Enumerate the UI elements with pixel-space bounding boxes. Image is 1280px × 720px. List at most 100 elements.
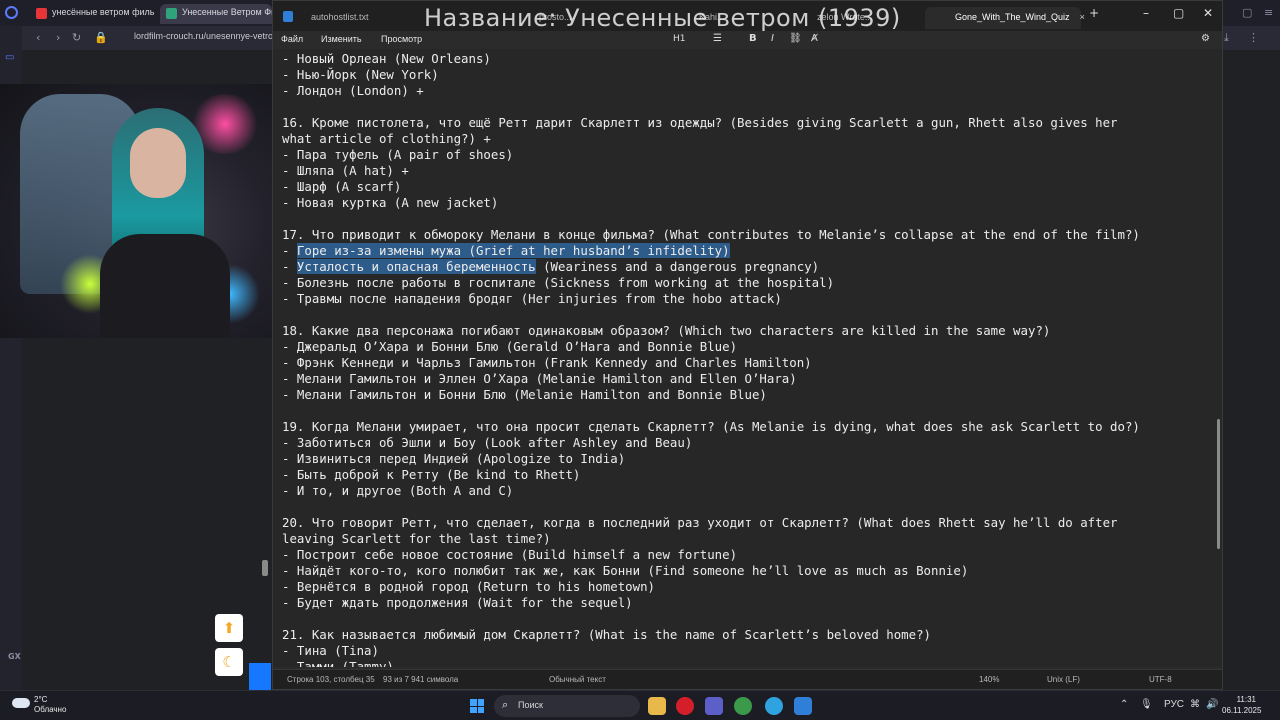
reload-icon[interactable]: ↻ [72, 31, 81, 44]
text-line: - Мелани Гамильтон и Бонни Блю (Melanie … [282, 387, 767, 402]
text-line: - Тамми (Tammy) [282, 659, 394, 667]
telegram-icon[interactable] [765, 697, 783, 715]
text-line: - Шарф (A scarf) [282, 179, 402, 194]
italic-button[interactable]: I [771, 33, 774, 44]
text-line: 20. Что говорит Ретт, что сделает, когда… [282, 515, 1118, 530]
browser-tab-2[interactable]: Унесенные Ветром Фи [160, 4, 272, 24]
new-tab-icon[interactable]: + [1089, 6, 1099, 20]
notepad-window: autohostlist.txt prosto... Kahi... zelon… [272, 0, 1223, 690]
video-title-overlay: Название: Унесенные ветром (1939) [424, 4, 901, 32]
menu-file[interactable]: Файл [281, 34, 303, 44]
text-line: - Тина (Tina) [282, 643, 379, 658]
notepad-tab-1[interactable]: autohostlist.txt [281, 7, 379, 29]
link-icon[interactable]: ⛓ [789, 33, 802, 44]
system-clock[interactable]: 11:31 06.11.2025 [1222, 694, 1261, 716]
gx-label: GX [8, 652, 21, 661]
text-line: - Построит себе новое состояние (Build h… [282, 547, 738, 562]
taskbar-search[interactable]: ⌕ Поиск [494, 695, 640, 717]
tray-chevron-icon[interactable]: ⌃ [1120, 699, 1128, 710]
notepad-statusbar: Строка 103, столбец 35 93 из 7 941 симво… [273, 669, 1222, 689]
streamer-face [130, 128, 186, 198]
text-line: - Шляпа (A hat) + [282, 163, 409, 178]
status-zoom[interactable]: 140% [979, 675, 999, 684]
text-line: - Пара туфель (A pair of shoes) [282, 147, 514, 162]
xbox-icon[interactable] [734, 697, 752, 715]
volume-icon[interactable]: 🔊 [1206, 699, 1218, 710]
text-line: - Болезнь после работы в госпитале (Sick… [282, 275, 835, 290]
text-line: - Горе из-за измены мужа (Grief at her h… [282, 243, 730, 258]
opera-gx-icon[interactable] [676, 697, 694, 715]
text-line: 19. Когда Мелани умирает, что она просит… [282, 419, 1140, 434]
easy-setup-icon[interactable]: ≡ [1264, 6, 1273, 19]
url-field[interactable]: lordfilm-crouch.ru/unesennye-vetrom- [134, 31, 284, 41]
mic-icon[interactable]: 🎙 [1140, 699, 1153, 710]
settings-gear-icon[interactable]: ⚙ [1201, 33, 1210, 44]
input-language[interactable]: РУС [1164, 699, 1184, 710]
taskbar: 2°C Облачно ⌕ Поиск ⌃ 🎙 РУС ⌘ 🔊 11:31 06… [0, 690, 1280, 720]
text-line: - Усталость и опасная беременность (Wear… [282, 259, 820, 274]
status-line-ending: Unix (LF) [1047, 675, 1080, 684]
list-icon[interactable]: ☰ [713, 33, 722, 44]
close-window-icon[interactable]: ✕ [1203, 6, 1213, 20]
download-icon[interactable]: ⤓ [1224, 31, 1229, 45]
streamer-body [100, 234, 230, 338]
dark-mode-button[interactable]: ☾ [215, 648, 243, 676]
webcam-feed [0, 84, 272, 338]
text-line: - Мелани Гамильтон и Эллен О’Хара (Melan… [282, 371, 797, 386]
lock-icon: 🔒 [94, 31, 108, 44]
text-line: - Новый Орлеан (New Orleans) [282, 51, 491, 66]
weather-widget[interactable]: 2°C Облачно [34, 695, 66, 715]
menu-view[interactable]: Просмотр [381, 34, 422, 44]
text-line: leaving Scarlett for the last time?) [282, 531, 551, 546]
messenger-icon[interactable]: ▭ [5, 52, 14, 63]
text-selection: Горе из-за измены мужа (Grief at her hus… [296, 243, 730, 258]
teams-icon[interactable] [705, 697, 723, 715]
notepad-text-area[interactable]: - Новый Орлеан (New Orleans) - Нью-Йорк (… [273, 49, 1222, 667]
notepad-tab-active[interactable]: Gone_With_The_Wind_Quiz × [925, 7, 1085, 29]
heading-dropdown[interactable]: H1 [673, 34, 686, 44]
text-line: - Найдёт кого-то, кого полюбит так же, к… [282, 563, 969, 578]
text-line: - И то, и другое (Both A and C) [282, 483, 514, 498]
text-line: - Травмы после нападения бродяг (Her inj… [282, 291, 782, 306]
network-icon[interactable]: ⌘ [1190, 699, 1200, 710]
tab-label: Gone_With_The_Wind_Quiz [955, 12, 1070, 22]
file-explorer-icon[interactable] [648, 697, 666, 715]
snapshot-icon[interactable]: ▢ [1242, 6, 1252, 19]
status-position: Строка 103, столбец 35 [287, 675, 375, 684]
cloud-icon [12, 698, 30, 708]
notepad-scrollbar[interactable] [1217, 419, 1220, 549]
text-line: - Новая куртка (A new jacket) [282, 195, 499, 210]
opera-logo-icon[interactable] [5, 6, 18, 19]
minimize-icon[interactable]: – [1143, 6, 1149, 20]
search-label: Поиск [518, 700, 543, 710]
weather-temp: 2°C [34, 695, 48, 704]
forward-icon[interactable]: › [56, 31, 60, 44]
menu-edit[interactable]: Изменить [321, 34, 362, 44]
clear-format-icon[interactable]: Ⱥ [811, 33, 818, 44]
status-selection: 93 из 7 941 символа [383, 675, 459, 684]
text-line: - Быть доброй к Ретту (Be kind to Rhett) [282, 467, 581, 482]
notepad-menubar: Файл Изменить Просмотр H1 ☰ B I ⛓ Ⱥ ⚙ [273, 31, 1222, 49]
text-line: - Нью-Йорк (New York) [282, 67, 439, 82]
text-line: 18. Какие два персонажа погибают одинако… [282, 323, 1051, 338]
menu-icon[interactable]: ⋮ [1248, 31, 1259, 44]
text-line: - Вернётся в родной город (Return to his… [282, 579, 655, 594]
browser-scrollbar[interactable] [262, 560, 268, 576]
scroll-up-button[interactable]: ⬆ [215, 614, 243, 642]
browser-tab-1[interactable]: унесённые ветром филь [30, 4, 158, 24]
weather-desc: Облачно [34, 705, 67, 714]
text-line: what article of clothing?) + [282, 131, 491, 146]
bold-button[interactable]: B [749, 33, 757, 44]
maximize-icon[interactable]: ▢ [1173, 6, 1184, 20]
text-line: - Будет ждать продолжения (Wait for the … [282, 595, 633, 610]
text-line: 16. Кроме пистолета, что ещё Ретт дарит … [282, 115, 1118, 130]
close-tab-icon[interactable]: × [1080, 12, 1085, 22]
back-icon[interactable]: ‹ [36, 31, 40, 44]
notepad-taskbar-icon[interactable] [794, 697, 812, 715]
status-mode: Обычный текст [549, 675, 606, 684]
text-line: 21. Как называется любимый дом Скарлетт?… [282, 627, 932, 642]
film-icon [166, 8, 177, 19]
browser-highlight-bar [249, 663, 271, 690]
text-line: - Извиниться перед Индией (Apologize to … [282, 451, 626, 466]
start-windows-icon[interactable] [470, 699, 484, 713]
